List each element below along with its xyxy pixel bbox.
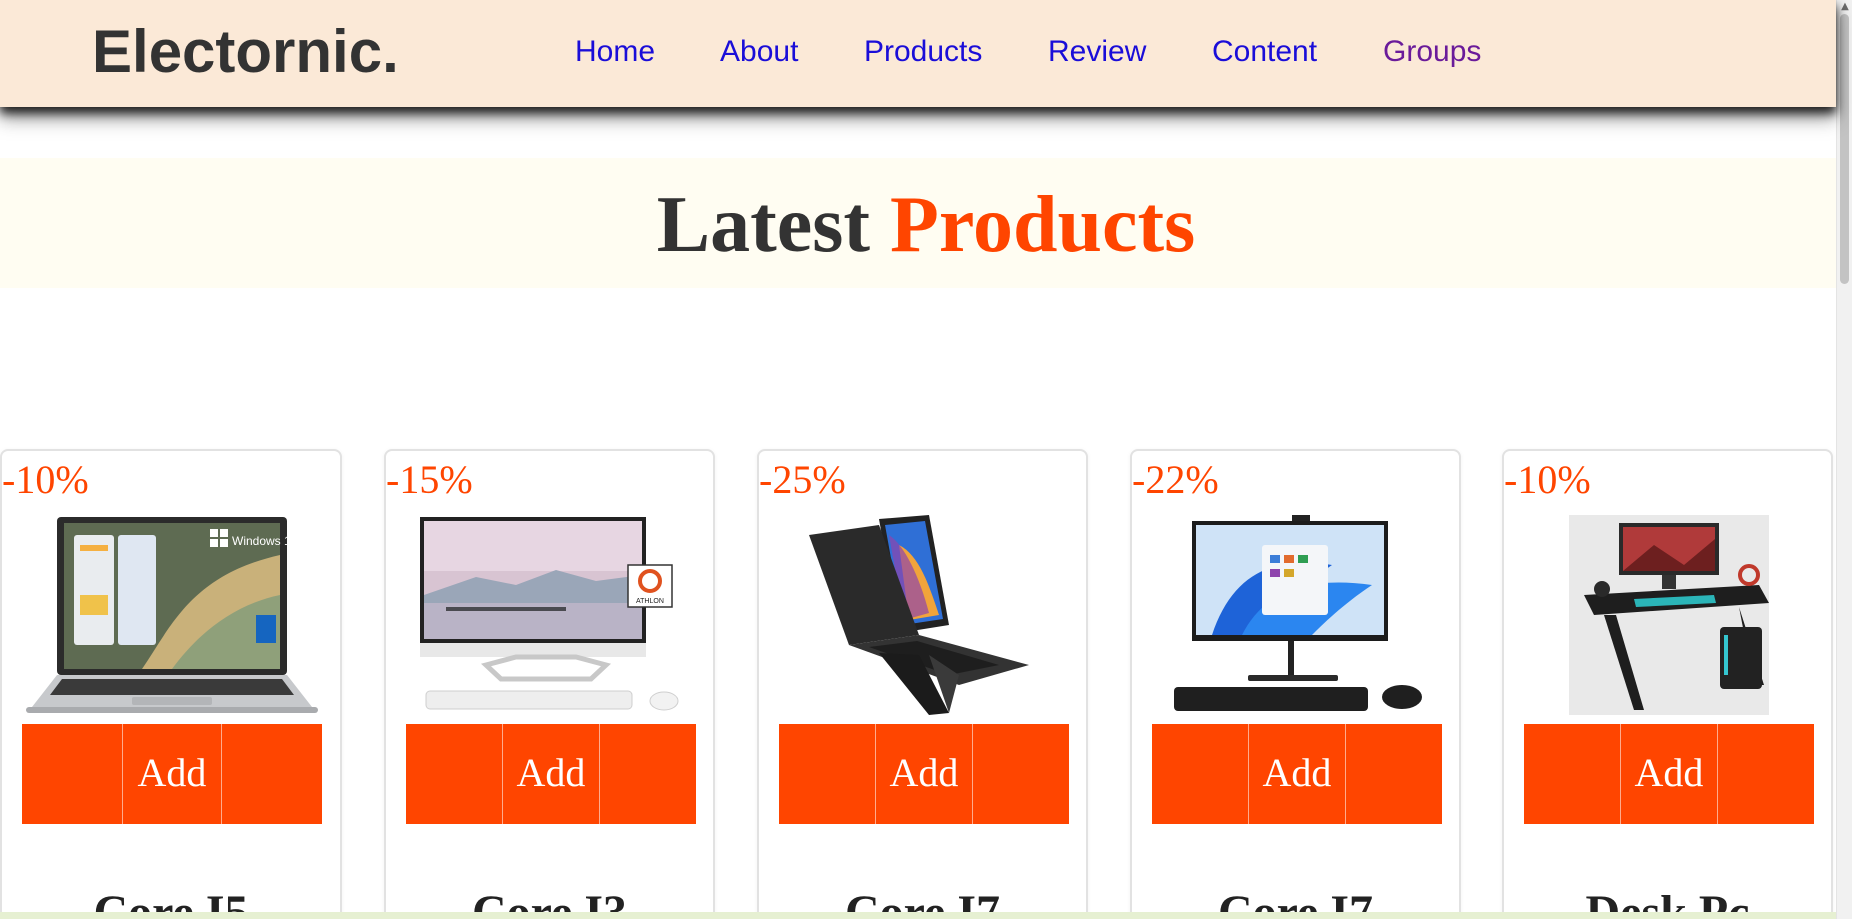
add-to-cart-bar[interactable]: Add (779, 724, 1069, 824)
discount-badge: -25% (759, 457, 846, 502)
site-logo[interactable]: Electornic. (92, 20, 399, 84)
discount-badge: -10% (1504, 457, 1591, 502)
add-button[interactable]: Add (406, 748, 696, 798)
nav-link-products[interactable]: Products (864, 34, 982, 70)
scroll-up-arrow-icon[interactable]: ▲ (1840, 2, 1850, 12)
add-button[interactable]: Add (779, 748, 1069, 798)
add-button[interactable]: Add (22, 748, 322, 798)
svg-text:Windows 11: Windows 11 (232, 534, 297, 548)
page-bottom-strip (0, 912, 1836, 919)
heading-accent-text: Products (890, 181, 1196, 269)
nav-link-review[interactable]: Review (1048, 34, 1146, 70)
product-card: -15% ATHLON Add Core I3 (384, 449, 715, 919)
product-card: -22% Add Core I7 (1130, 449, 1461, 919)
all-in-one-pc-keyboard-icon (1174, 515, 1422, 711)
heading-plain-text: Latest (656, 181, 871, 269)
product-card: -25% Add Core I7 (757, 449, 1088, 919)
section-heading: Latest Products (0, 180, 1852, 270)
discount-badge: -15% (386, 457, 473, 502)
discount-badge: -10% (2, 457, 89, 502)
nav-link-groups[interactable]: Groups (1383, 34, 1481, 70)
add-button[interactable]: Add (1524, 748, 1814, 798)
product-card: -10% Windows 11 Add Core I5 (0, 449, 342, 919)
discount-badge: -22% (1132, 457, 1219, 502)
svg-text:ATHLON: ATHLON (636, 598, 664, 605)
add-to-cart-bar[interactable]: Add (22, 724, 322, 824)
all-in-one-desktop-icon: ATHLON (420, 517, 679, 711)
add-to-cart-bar[interactable]: Add (406, 724, 696, 824)
nav-link-about[interactable]: About (720, 34, 798, 70)
vertical-scrollbar[interactable]: ▲ (1836, 0, 1852, 919)
convertible-laptop-icon (809, 515, 1029, 715)
latest-products-banner: Latest Products (0, 158, 1836, 288)
nav-link-home[interactable]: Home (575, 34, 655, 70)
product-card: -10% Add Desk Pc (1502, 449, 1833, 919)
gaming-desk-pc-icon (1569, 515, 1769, 715)
add-to-cart-bar[interactable]: Add (1152, 724, 1442, 824)
laptop-windows11-icon: Windows 11 (26, 517, 318, 713)
add-to-cart-bar[interactable]: Add (1524, 724, 1814, 824)
add-button[interactable]: Add (1152, 748, 1442, 798)
site-header: Electornic. Home About Products Review C… (0, 0, 1836, 107)
nav-link-content[interactable]: Content (1212, 34, 1317, 70)
scrollbar-thumb[interactable] (1840, 14, 1849, 284)
